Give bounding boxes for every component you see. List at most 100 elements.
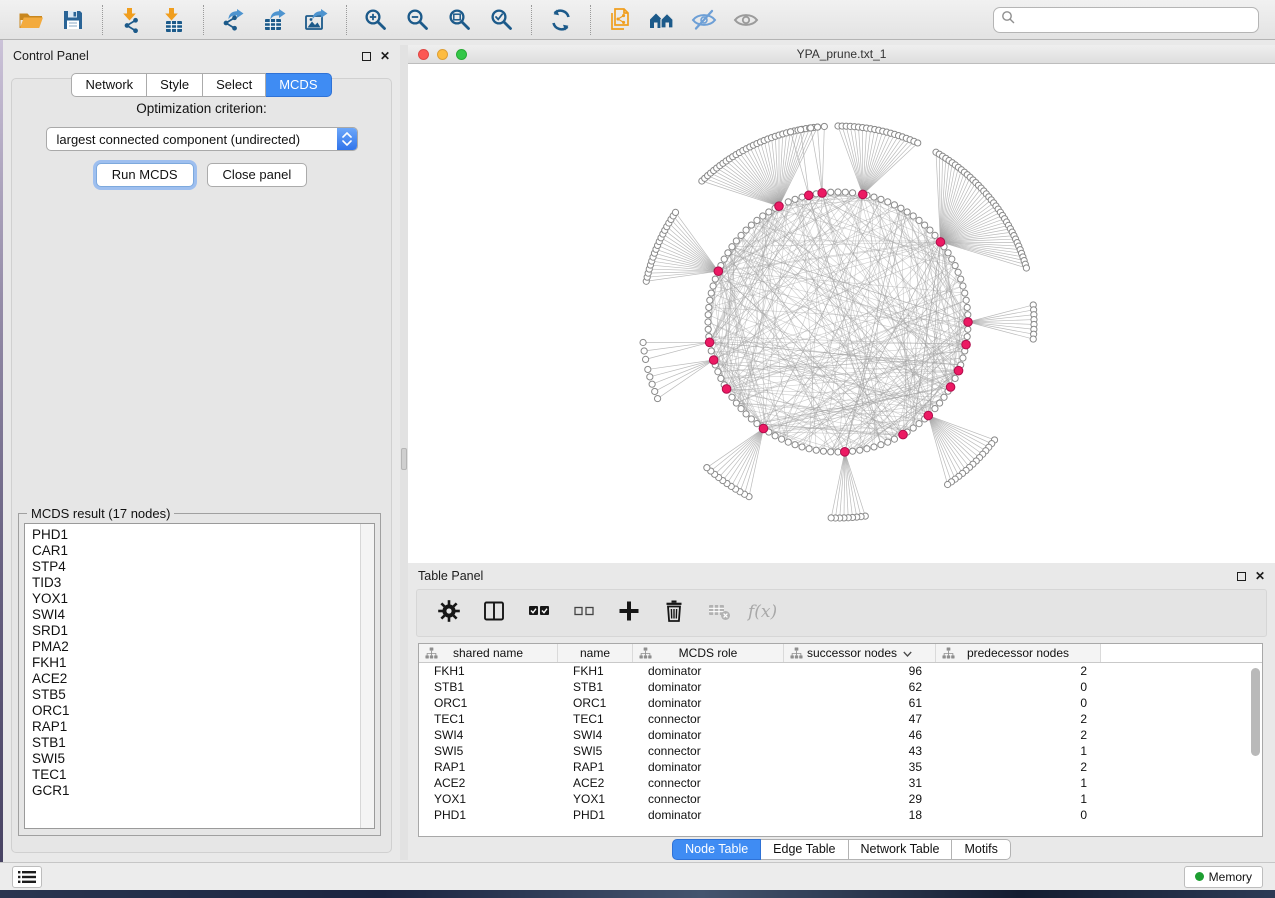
close-panel-icon[interactable]: ✕ xyxy=(380,52,390,61)
table-scrollbar[interactable] xyxy=(1251,668,1260,756)
column-header-name[interactable]: name xyxy=(558,644,633,662)
cell: 46 xyxy=(784,728,936,742)
cell: ACE2 xyxy=(558,776,633,790)
float-panel-icon[interactable] xyxy=(362,52,371,61)
table-row-RAP1[interactable]: RAP1RAP1dominator352 xyxy=(419,759,1248,775)
result-list-scrollbar[interactable] xyxy=(360,524,374,828)
export-network-button[interactable] xyxy=(212,3,254,37)
zoom-selected-button[interactable] xyxy=(481,3,523,37)
result-list-item[interactable]: ORC1 xyxy=(32,703,360,719)
result-list-item[interactable]: STB5 xyxy=(32,687,360,703)
import-network-button[interactable] xyxy=(111,3,153,37)
table-row-SWI5[interactable]: SWI5SWI5connector431 xyxy=(419,743,1248,759)
result-list-item[interactable]: RAP1 xyxy=(32,719,360,735)
tab-network-table[interactable]: Network Table xyxy=(849,839,953,860)
table-row-ACE2[interactable]: ACE2ACE2connector311 xyxy=(419,775,1248,791)
dropdown-stepper-icon xyxy=(337,127,357,151)
memory-button[interactable]: Memory xyxy=(1184,866,1263,888)
zoom-fit-button[interactable] xyxy=(439,3,481,37)
control-panel-header: Control Panel ✕ xyxy=(3,45,400,67)
mcds-result-listbox[interactable]: PHD1CAR1STP4TID3YOX1SWI4SRD1PMA2FKH1ACE2… xyxy=(24,523,375,829)
add-button[interactable] xyxy=(617,601,641,625)
refresh-button[interactable] xyxy=(540,3,582,37)
table-row-PHD1[interactable]: PHD1PHD1dominator180 xyxy=(419,807,1248,823)
columns-button[interactable] xyxy=(482,601,506,625)
network-graph[interactable] xyxy=(408,64,1275,563)
result-list-item[interactable]: PMA2 xyxy=(32,639,360,655)
table-toolbar: f(x) xyxy=(416,589,1267,637)
mcds-result-group: MCDS result (17 nodes) PHD1CAR1STP4TID3Y… xyxy=(18,513,381,836)
deselect-all-button[interactable] xyxy=(572,601,596,625)
network-window-titlebar[interactable]: YPA_prune.txt_1 xyxy=(408,45,1275,64)
tab-network[interactable]: Network xyxy=(71,73,147,97)
column-header-MCDS-role[interactable]: MCDS role xyxy=(633,644,784,662)
status-bar: Memory xyxy=(0,862,1275,890)
close-window-icon[interactable] xyxy=(418,49,429,60)
zoom-out-button[interactable] xyxy=(397,3,439,37)
show-all-button[interactable] xyxy=(725,3,767,37)
table-row-FKH1[interactable]: FKH1FKH1dominator962 xyxy=(419,663,1248,679)
splitter-grip[interactable] xyxy=(401,448,407,470)
result-list-item[interactable]: SRD1 xyxy=(32,623,360,639)
result-list-item[interactable]: YOX1 xyxy=(32,591,360,607)
save-button[interactable] xyxy=(52,3,94,37)
result-list-item[interactable]: FKH1 xyxy=(32,655,360,671)
criterion-dropdown[interactable]: largest connected component (undirected) xyxy=(46,127,358,151)
result-list-item[interactable]: CAR1 xyxy=(32,543,360,559)
result-list-item[interactable]: STP4 xyxy=(32,559,360,575)
result-list-item[interactable]: SWI4 xyxy=(32,607,360,623)
tab-style[interactable]: Style xyxy=(147,73,203,97)
tab-mcds[interactable]: MCDS xyxy=(266,73,331,97)
close-table-panel-icon[interactable]: ✕ xyxy=(1255,572,1265,581)
result-list-item[interactable]: STB1 xyxy=(32,735,360,751)
duplicate-network-button[interactable] xyxy=(599,3,641,37)
mcds-panel: Optimization criterion: largest connecte… xyxy=(11,78,392,853)
table-row-TEC1[interactable]: TEC1TEC1connector472 xyxy=(419,711,1248,727)
network-canvas[interactable] xyxy=(408,64,1275,563)
table-row-YOX1[interactable]: YOX1YOX1connector291 xyxy=(419,791,1248,807)
column-header-shared-name[interactable]: shared name xyxy=(419,644,558,662)
minimize-window-icon[interactable] xyxy=(437,49,448,60)
tab-select[interactable]: Select xyxy=(203,73,266,97)
criterion-dropdown-value: largest connected component (undirected) xyxy=(47,132,337,147)
network-view-window: YPA_prune.txt_1 xyxy=(408,45,1275,563)
node-table[interactable]: shared namenameMCDS rolesuccessor nodesp… xyxy=(418,643,1263,837)
result-list-item[interactable]: TEC1 xyxy=(32,767,360,783)
control-panel-title: Control Panel xyxy=(13,49,89,63)
deselect-all-icon xyxy=(572,599,596,628)
search-box[interactable] xyxy=(993,7,1259,33)
tab-edge-table[interactable]: Edge Table xyxy=(761,839,848,860)
hide-selected-button[interactable] xyxy=(683,3,725,37)
panel-splitter[interactable] xyxy=(400,45,408,860)
result-list-item[interactable]: ACE2 xyxy=(32,671,360,687)
open-button[interactable] xyxy=(10,3,52,37)
application-window: Control Panel ✕ NetworkStyleSelectMCDS O… xyxy=(0,0,1275,898)
tab-motifs[interactable]: Motifs xyxy=(952,839,1010,860)
tab-node-table[interactable]: Node Table xyxy=(672,839,761,860)
result-list-item[interactable]: PHD1 xyxy=(32,527,360,543)
first-neighbors-icon xyxy=(649,7,675,33)
column-header-predecessor-nodes[interactable]: predecessor nodes xyxy=(936,644,1101,662)
column-header-successor-nodes[interactable]: successor nodes xyxy=(784,644,936,662)
first-neighbors-button[interactable] xyxy=(641,3,683,37)
run-mcds-button[interactable]: Run MCDS xyxy=(96,163,194,187)
maximize-window-icon[interactable] xyxy=(456,49,467,60)
delete-button[interactable] xyxy=(662,601,686,625)
result-list-item[interactable]: SWI5 xyxy=(32,751,360,767)
export-image-button[interactable] xyxy=(296,3,338,37)
search-input[interactable] xyxy=(1020,13,1251,27)
result-list-item[interactable]: GCR1 xyxy=(32,783,360,799)
float-table-panel-icon[interactable] xyxy=(1237,572,1246,581)
import-table-button[interactable] xyxy=(153,3,195,37)
table-row-ORC1[interactable]: ORC1ORC1dominator610 xyxy=(419,695,1248,711)
export-table-button[interactable] xyxy=(254,3,296,37)
zoom-in-button[interactable] xyxy=(355,3,397,37)
select-all-button[interactable] xyxy=(527,601,551,625)
result-list-item[interactable]: TID3 xyxy=(32,575,360,591)
close-panel-button[interactable]: Close panel xyxy=(207,163,308,187)
gear-button[interactable] xyxy=(437,601,461,625)
memory-button-label: Memory xyxy=(1209,870,1252,884)
table-row-SWI4[interactable]: SWI4SWI4dominator462 xyxy=(419,727,1248,743)
table-row-STB1[interactable]: STB1STB1dominator620 xyxy=(419,679,1248,695)
task-history-button[interactable] xyxy=(12,866,42,888)
